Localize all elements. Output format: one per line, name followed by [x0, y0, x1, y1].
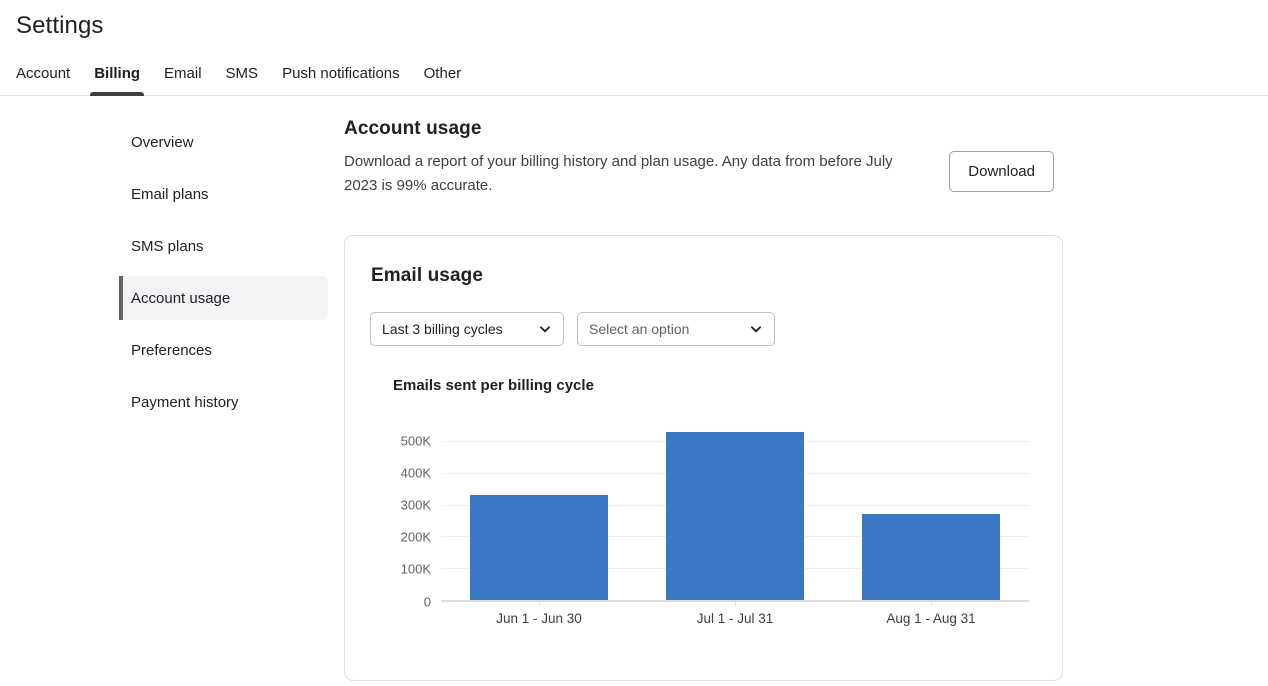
tab-label: Billing	[94, 65, 140, 82]
chart-title: Emails sent per billing cycle	[393, 377, 1038, 394]
chart-category: Jul 1 - Jul 31	[637, 422, 833, 600]
y-axis-tick-label: 300K	[401, 498, 431, 513]
y-axis-tick-label: 100K	[401, 562, 431, 577]
emails-sent-bar-chart: 0100K200K300K400K500K Jun 1 - Jun 30Jul …	[381, 410, 1029, 636]
chart-plot-area: 0100K200K300K400K500K Jun 1 - Jun 30Jul …	[441, 422, 1029, 600]
tab-label: Other	[424, 65, 462, 82]
tab-sms[interactable]: SMS	[214, 66, 271, 95]
sidebar-item-label: Account usage	[131, 290, 230, 307]
sidebar-item-overview[interactable]: Overview	[119, 120, 328, 164]
sidebar-item-account-usage[interactable]: Account usage	[119, 276, 328, 320]
sidebar-item-email-plans[interactable]: Email plans	[119, 172, 328, 216]
x-axis-tick-label: Aug 1 - Aug 31	[886, 611, 975, 626]
option-select-value: Select an option	[589, 321, 689, 337]
chart-bar[interactable]	[666, 432, 803, 600]
chart-category: Aug 1 - Aug 31	[833, 422, 1029, 600]
y-axis-tick-label: 500K	[401, 434, 431, 449]
tab-label: Email	[164, 65, 202, 82]
tab-account[interactable]: Account	[4, 66, 82, 95]
tab-other[interactable]: Other	[412, 66, 474, 95]
page-title: Settings	[16, 12, 104, 40]
page-header: Settings Account Billing Email SMS Push …	[0, 0, 1268, 96]
tab-label: Push notifications	[282, 65, 400, 82]
y-axis-tick-label: 200K	[401, 530, 431, 545]
download-button[interactable]: Download	[949, 151, 1054, 192]
sidebar-item-sms-plans[interactable]: SMS plans	[119, 224, 328, 268]
settings-sidebar: Overview Email plans SMS plans Account u…	[0, 96, 344, 685]
sidebar-item-preferences[interactable]: Preferences	[119, 328, 328, 372]
sidebar-item-label: Email plans	[131, 186, 209, 203]
chart-bar[interactable]	[470, 495, 607, 600]
tab-label: SMS	[226, 65, 259, 82]
account-usage-header: Account usage Download a report of your …	[344, 118, 1054, 198]
x-axis-tick-label: Jul 1 - Jul 31	[697, 611, 774, 626]
sidebar-item-label: SMS plans	[131, 238, 204, 255]
chevron-down-icon	[749, 322, 763, 336]
x-axis-tick-label: Jun 1 - Jun 30	[496, 611, 582, 626]
section-title: Account usage	[344, 118, 916, 140]
sidebar-item-label: Payment history	[131, 394, 239, 411]
main-content: Account usage Download a report of your …	[344, 96, 1268, 685]
y-axis-tick-label: 400K	[401, 466, 431, 481]
chevron-down-icon	[538, 322, 552, 336]
chart-filters: Last 3 billing cycles Select an option	[370, 312, 1038, 346]
x-axis-tick	[539, 600, 540, 605]
section-description: Download a report of your billing histor…	[344, 150, 916, 198]
account-usage-text: Account usage Download a report of your …	[344, 118, 916, 198]
chart-category: Jun 1 - Jun 30	[441, 422, 637, 600]
y-axis-tick-label: 0	[424, 595, 431, 610]
chart-bars: Jun 1 - Jun 30Jul 1 - Jul 31Aug 1 - Aug …	[441, 422, 1029, 600]
sidebar-item-label: Overview	[131, 134, 194, 151]
billing-cycle-select[interactable]: Last 3 billing cycles	[370, 312, 564, 346]
option-select[interactable]: Select an option	[577, 312, 775, 346]
tab-email[interactable]: Email	[152, 66, 214, 95]
email-usage-card: Email usage Last 3 billing cycles Select…	[344, 235, 1063, 681]
x-axis-tick	[931, 600, 932, 605]
page-body: Overview Email plans SMS plans Account u…	[0, 96, 1268, 685]
x-axis-tick	[735, 600, 736, 605]
tab-billing[interactable]: Billing	[82, 66, 152, 95]
chart-bar[interactable]	[862, 514, 999, 600]
tab-bar: Account Billing Email SMS Push notificat…	[0, 51, 473, 95]
card-title: Email usage	[371, 265, 1038, 287]
tab-push-notifications[interactable]: Push notifications	[270, 66, 412, 95]
billing-cycle-select-value: Last 3 billing cycles	[382, 321, 503, 337]
sidebar-item-payment-history[interactable]: Payment history	[119, 380, 328, 424]
sidebar-item-label: Preferences	[131, 342, 212, 359]
tab-label: Account	[16, 65, 70, 82]
